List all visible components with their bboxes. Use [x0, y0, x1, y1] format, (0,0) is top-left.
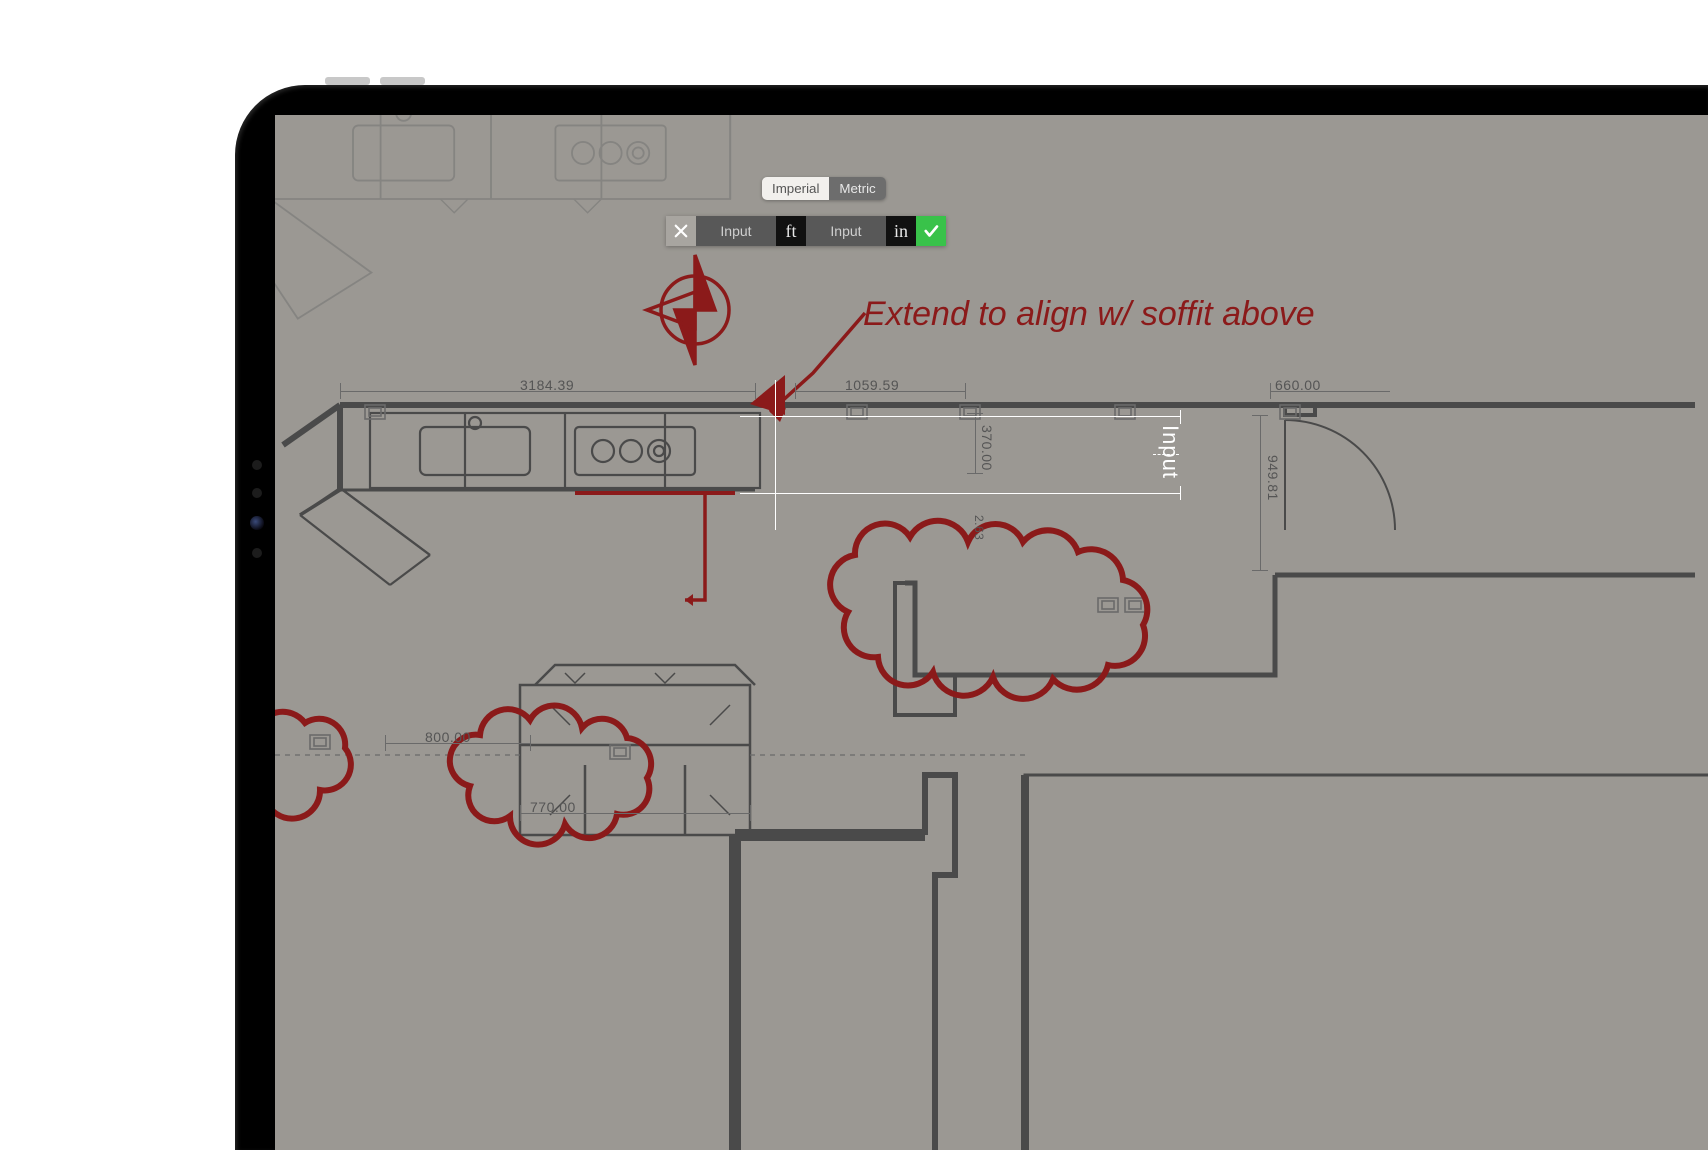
feet-input[interactable]: [696, 216, 776, 246]
unit-system-toggle[interactable]: Imperial Metric: [762, 177, 886, 200]
floorplan-drawing: [275, 115, 1708, 1150]
dim-tick: [967, 473, 983, 474]
dim-tick: [967, 413, 983, 414]
dimension-label: 3184.39: [520, 377, 574, 393]
dim-tick: [385, 735, 386, 751]
inches-unit-label: in: [886, 216, 916, 246]
measurement-input-label: Input: [1157, 425, 1183, 479]
dim-tick: [1252, 570, 1268, 571]
dim-line: [1260, 415, 1261, 570]
feet-unit-label: ft: [776, 216, 806, 246]
dimension-label: 1059.59: [845, 377, 899, 393]
unit-imperial-segment[interactable]: Imperial: [762, 177, 829, 200]
inches-input[interactable]: [806, 216, 886, 246]
dimension-label: 370.00: [979, 425, 995, 471]
dimension-label: 660.00: [1275, 377, 1321, 393]
dimension-label: 2.63: [972, 515, 986, 540]
cancel-button[interactable]: [666, 216, 696, 246]
dim-tick: [795, 383, 796, 399]
dim-tick: [965, 383, 966, 399]
app-canvas-screen[interactable]: 3184.39 1059.59 660.00 370.00 949.81 800…: [275, 115, 1708, 1150]
dim-tick: [755, 383, 756, 399]
markup-annotation-text: Extend to align w/ soffit above: [863, 295, 1315, 334]
dimension-label: 800.00: [425, 729, 471, 745]
dimension-label: 949.81: [1265, 455, 1281, 501]
checkmark-icon: [922, 222, 940, 240]
confirm-button[interactable]: [916, 216, 946, 246]
dimension-label: 770.00: [530, 799, 576, 815]
unit-metric-segment[interactable]: Metric: [829, 177, 885, 200]
dim-tick: [750, 805, 751, 821]
dim-tick: [1270, 383, 1271, 399]
dim-tick: [520, 805, 521, 821]
close-icon: [672, 222, 690, 240]
dim-tick: [530, 735, 531, 751]
tablet-camera: [250, 460, 264, 558]
tablet-hardware-buttons: [325, 77, 425, 85]
dim-line: [975, 413, 976, 473]
dim-tick: [1252, 415, 1268, 416]
tablet-frame: 3184.39 1059.59 660.00 370.00 949.81 800…: [235, 85, 1708, 1150]
dim-tick: [340, 383, 341, 399]
measurement-input-bar: ft in: [666, 216, 946, 246]
